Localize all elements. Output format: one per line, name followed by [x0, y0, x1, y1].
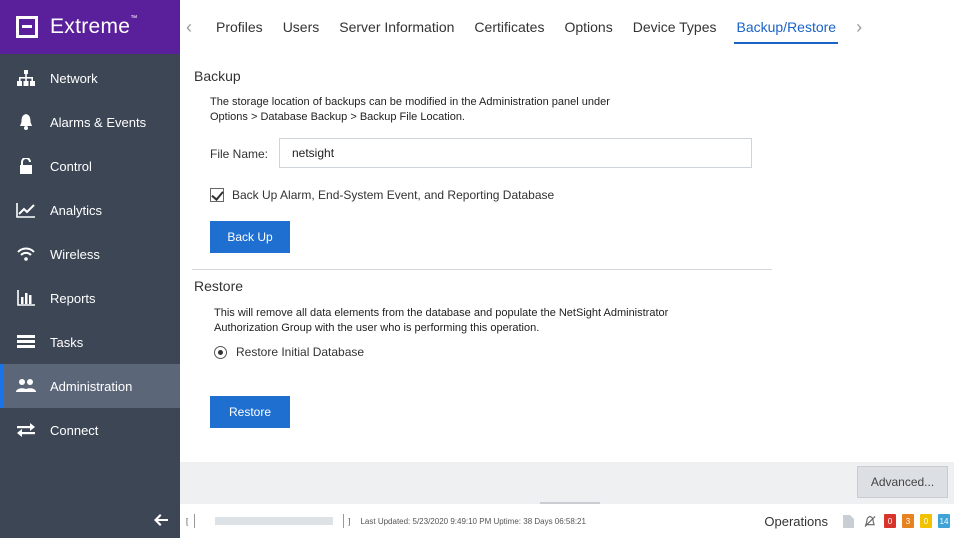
restore-section-title: Restore	[194, 278, 244, 294]
backup-databases-checkbox-label: Back Up Alarm, End-System Event, and Rep…	[232, 188, 555, 202]
tab-scroll-left-button[interactable]: ‹	[180, 17, 198, 38]
restore-initial-database-option[interactable]: Restore Initial Database	[214, 345, 364, 359]
sidebar-item-label: Tasks	[50, 334, 84, 350]
sidebar: Extreme™ Network Alarms & Events Control…	[0, 0, 180, 538]
sidebar-item-label: Analytics	[50, 202, 103, 218]
document-icon[interactable]	[842, 514, 854, 528]
file-name-label: File Name:	[210, 147, 269, 161]
tab-scroll-right-button[interactable]: ›	[850, 17, 868, 38]
backup-description-line-1: The storage location of backups can be m…	[210, 96, 610, 108]
users-icon	[16, 376, 36, 396]
line-chart-icon	[16, 200, 36, 220]
restore-button[interactable]: Restore	[210, 396, 290, 428]
status-bracket-open: [	[186, 516, 189, 526]
status-progress-field	[194, 514, 345, 528]
last-updated-text: Last Updated: 5/23/2020 9:49:10 PM Uptim…	[360, 516, 586, 526]
arrow-left-icon	[154, 514, 168, 526]
sidebar-item-connect[interactable]: Connect	[0, 408, 180, 452]
bar-chart-icon	[16, 288, 36, 308]
tab-certificates[interactable]: Certificates	[464, 0, 554, 54]
restore-description-line-2: Authorization Group with the user who is…	[214, 322, 540, 334]
backup-databases-checkbox[interactable]	[210, 188, 224, 202]
sidebar-item-label: Network	[50, 70, 98, 86]
tab-bar: ‹ Profiles Users Server Information Cert…	[180, 0, 954, 54]
sidebar-item-label: Wireless	[50, 246, 100, 262]
major-alarm-count-badge[interactable]: 3	[902, 514, 914, 528]
tabs: Profiles Users Server Information Certif…	[198, 0, 846, 54]
restore-initial-database-radio[interactable]	[214, 345, 227, 359]
section-divider	[192, 269, 772, 270]
sidebar-item-network[interactable]: Network	[0, 56, 180, 100]
sidebar-item-tasks[interactable]: Tasks	[0, 320, 180, 364]
info-alarm-count-badge[interactable]: 14	[938, 514, 950, 528]
tab-backup-restore[interactable]: Backup/Restore	[726, 0, 846, 54]
restore-description-line-1: This will remove all data elements from …	[214, 307, 669, 319]
sidebar-item-label: Reports	[50, 290, 96, 306]
status-bar: [ ] Last Updated: 5/23/2020 9:49:10 PM U…	[180, 504, 954, 538]
minor-alarm-count-badge[interactable]: 0	[920, 514, 932, 528]
sidebar-item-label: Alarms & Events	[50, 114, 147, 130]
file-name-input[interactable]	[279, 138, 752, 168]
sidebar-item-wireless[interactable]: Wireless	[0, 232, 180, 276]
status-bracket-close: ]	[348, 516, 351, 526]
sidebar-item-alarms-events[interactable]: Alarms & Events	[0, 100, 180, 144]
tab-profiles[interactable]: Profiles	[206, 0, 273, 54]
tab-users[interactable]: Users	[273, 0, 330, 54]
tab-device-types[interactable]: Device Types	[623, 0, 727, 54]
sidebar-item-label: Connect	[50, 422, 99, 438]
connect-arrows-icon	[16, 420, 36, 440]
alarm-muted-icon[interactable]	[864, 514, 876, 528]
extreme-logo-icon	[16, 16, 38, 38]
lock-icon	[16, 156, 36, 176]
back-up-button[interactable]: Back Up	[210, 221, 290, 253]
bell-icon	[16, 112, 36, 132]
brand-name: Extreme™	[50, 15, 138, 38]
wifi-icon	[16, 244, 36, 264]
sidebar-item-label: Administration	[50, 378, 133, 394]
network-icon	[16, 68, 36, 88]
brand-logo[interactable]: Extreme™	[0, 0, 180, 54]
tab-server-information[interactable]: Server Information	[329, 0, 464, 54]
sidebar-item-label: Control	[50, 158, 92, 174]
backup-description-line-2: Options > Database Backup > Backup File …	[210, 111, 465, 123]
restore-initial-database-label: Restore Initial Database	[236, 345, 365, 359]
backup-section-title: Backup	[194, 68, 241, 84]
tab-options[interactable]: Options	[554, 0, 622, 54]
tasks-icon	[16, 332, 36, 352]
action-bar: Advanced...	[180, 462, 954, 505]
backup-databases-option[interactable]: Back Up Alarm, End-System Event, and Rep…	[210, 188, 554, 202]
sidebar-item-administration[interactable]: Administration	[0, 364, 180, 408]
sidebar-item-analytics[interactable]: Analytics	[0, 188, 180, 232]
advanced-button[interactable]: Advanced...	[857, 466, 948, 498]
backup-restore-panel: Backup The storage location of backups c…	[180, 54, 954, 462]
critical-alarm-count-badge[interactable]: 0	[884, 514, 896, 528]
sidebar-item-reports[interactable]: Reports	[0, 276, 180, 320]
operations-link[interactable]: Operations	[764, 514, 828, 529]
sidebar-item-control[interactable]: Control	[0, 144, 180, 188]
collapse-sidebar-button[interactable]	[0, 502, 180, 538]
sidebar-nav: Network Alarms & Events Control Analytic…	[0, 56, 180, 452]
